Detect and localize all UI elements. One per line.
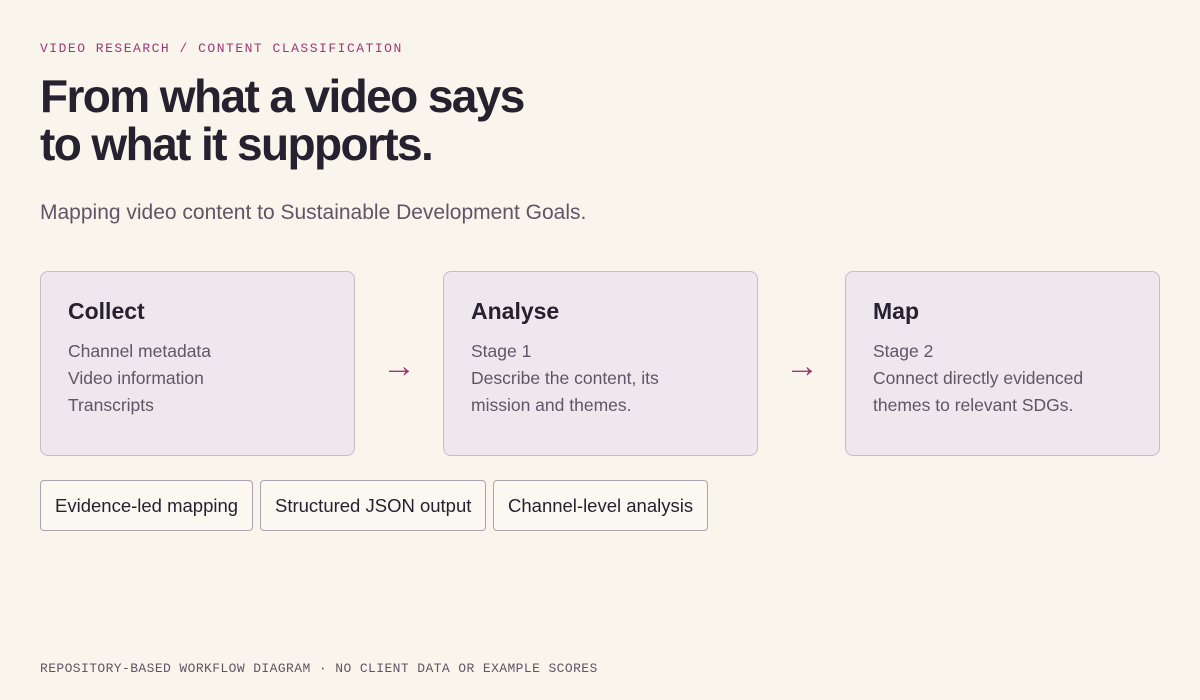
footer-note: REPOSITORY-BASED WORKFLOW DIAGRAM · NO C…: [40, 661, 598, 676]
step-line: Stage 1: [471, 341, 532, 361]
right-arrow-icon: →: [382, 347, 416, 385]
step-title: Collect: [68, 298, 145, 324]
step-line: Connect directly evidenced: [873, 368, 1084, 388]
step-line: Transcripts: [68, 395, 154, 415]
page-title: From what a video says to what it suppor…: [40, 72, 740, 168]
step-card-collect: Collect Channel metadata Video informati…: [40, 271, 355, 456]
step-line: Channel metadata: [68, 341, 212, 361]
page-title-line-1: From what a video says: [40, 70, 525, 122]
page-subtitle: Mapping video content to Sustainable Dev…: [40, 201, 587, 224]
step-card-analyse: Analyse Stage 1 Describe the content, it…: [443, 271, 758, 456]
step-card-map: Map Stage 2 Connect directly evidenced t…: [845, 271, 1160, 456]
step-line: Describe the content, its: [471, 368, 659, 388]
tag-structured-json-output: Structured JSON output: [260, 480, 487, 531]
step-line: themes to relevant SDGs.: [873, 395, 1074, 415]
step-title: Analyse: [471, 298, 560, 324]
step-line: Video information: [68, 368, 204, 388]
step-title: Map: [873, 298, 919, 324]
tag-evidence-led-mapping: Evidence-led mapping: [40, 480, 254, 531]
right-arrow-icon: →: [785, 347, 819, 385]
page-title-line-2: to what it supports.: [40, 118, 434, 170]
step-line: Stage 2: [873, 341, 934, 361]
tag-channel-level-analysis: Channel-level analysis: [493, 480, 709, 531]
step-line: mission and themes.: [471, 395, 632, 415]
eyebrow-label: VIDEO RESEARCH / CONTENT CLASSIFICATION: [40, 41, 403, 56]
